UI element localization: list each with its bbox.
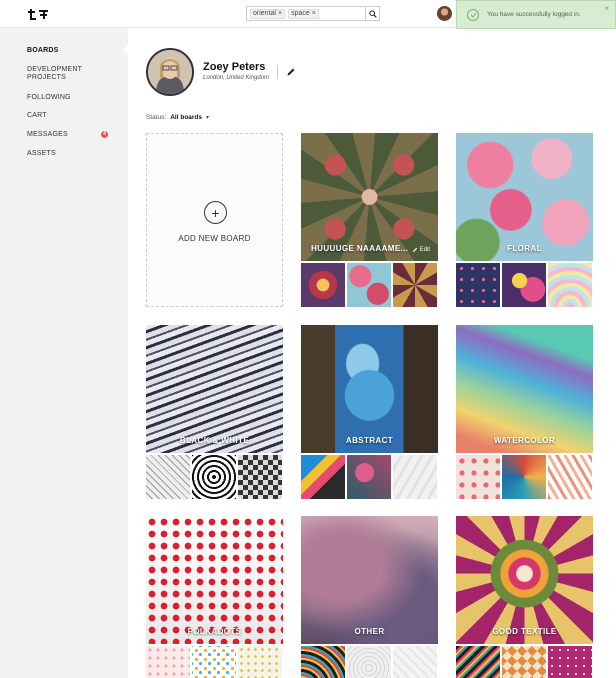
board-thumbnail[interactable] — [456, 455, 500, 499]
board-thumbnail[interactable] — [238, 455, 282, 499]
board-thumbnails — [301, 646, 438, 678]
board-thumbnail[interactable] — [192, 455, 236, 499]
board-cover[interactable]: ABSTRACT — [301, 325, 438, 453]
chevron-down-icon[interactable]: ▾ — [206, 114, 209, 121]
profile-avatar — [146, 48, 194, 96]
add-new-board-card[interactable]: + ADD NEW BOARD — [146, 133, 283, 307]
sidebar-item-boards[interactable]: BOARDS — [27, 47, 59, 55]
board-card[interactable]: GOOD TEXTILE — [456, 516, 593, 678]
board-cover[interactable]: HUUUUGE NAAAAME... Edit — [301, 133, 438, 261]
board-thumbnail[interactable] — [301, 263, 345, 307]
board-card[interactable]: HUUUUGE NAAAAME... Edit — [301, 133, 438, 307]
messages-count-badge: 4 — [101, 131, 108, 138]
sidebar-item-following[interactable]: FOLLOWING — [27, 94, 71, 102]
board-edit-label: Edit — [419, 247, 430, 253]
board-thumbnail[interactable] — [301, 455, 345, 499]
search-tag: oriental × — [250, 8, 286, 19]
board-thumbnails — [146, 455, 283, 499]
board-cover[interactable]: POLKADOTS — [146, 516, 283, 644]
profile-name: Zoey Peters — [203, 61, 266, 73]
sidebar-item-cart[interactable]: CART — [27, 112, 47, 120]
plus-icon[interactable]: + — [204, 201, 227, 224]
remove-tag-icon[interactable]: × — [312, 9, 316, 18]
board-thumbnail[interactable] — [393, 455, 437, 499]
board-card[interactable]: ABSTRACT — [301, 325, 438, 499]
lt-logo-icon[interactable] — [27, 8, 49, 20]
board-thumbnail[interactable] — [146, 455, 190, 499]
board-cover[interactable]: FLORAL — [456, 133, 593, 261]
search-tag-label: oriental — [253, 10, 276, 17]
board-title: FLORAL — [507, 244, 542, 253]
board-thumbnails — [301, 455, 438, 499]
board-thumbnail[interactable] — [301, 646, 345, 678]
board-thumbnails — [146, 646, 283, 678]
search-tag: space × — [288, 8, 319, 19]
pencil-icon — [412, 247, 417, 253]
board-card[interactable]: FLORAL — [456, 133, 593, 307]
status-label: Status: — [146, 114, 167, 121]
board-cover[interactable]: BLACK & WHITE — [146, 325, 283, 453]
user-avatar[interactable] — [437, 6, 452, 21]
sidebar — [0, 28, 129, 678]
board-thumbnail[interactable] — [502, 263, 546, 307]
board-title: ABSTRACT — [345, 436, 394, 445]
active-indicator — [123, 44, 129, 56]
pencil-icon[interactable] — [286, 67, 296, 77]
board-cover[interactable]: OTHER — [301, 516, 438, 644]
board-thumbnail[interactable] — [192, 646, 236, 678]
success-notification: You have successfully logged in. × — [456, 0, 616, 29]
board-card[interactable]: WATERCOLOR — [456, 325, 593, 499]
board-thumbnail[interactable] — [548, 646, 592, 678]
board-cover[interactable]: GOOD TEXTILE — [456, 516, 593, 644]
board-title: WATERCOLOR — [493, 436, 556, 445]
sidebar-item-development-projects[interactable]: DEVELOPMENT PROJECTS — [27, 66, 97, 82]
board-title: POLKADOTS — [187, 627, 242, 636]
board-title: GOOD TEXTILE — [492, 627, 557, 636]
board-card[interactable]: POLKADOTS — [146, 516, 283, 678]
board-thumbnail[interactable] — [347, 263, 391, 307]
status-dropdown[interactable]: All boards — [170, 114, 202, 121]
board-thumbnail[interactable] — [456, 263, 500, 307]
board-thumbnail[interactable] — [502, 455, 546, 499]
board-thumbnails — [456, 646, 593, 678]
search-tag-label: space — [291, 10, 310, 17]
board-thumbnail[interactable] — [548, 455, 592, 499]
check-circle-icon — [467, 8, 479, 21]
remove-tag-icon[interactable]: × — [278, 9, 282, 18]
board-cover[interactable]: WATERCOLOR — [456, 325, 593, 453]
board-thumbnail[interactable] — [146, 646, 190, 678]
board-edit-button[interactable]: Edit — [412, 247, 430, 253]
board-thumbnail[interactable] — [393, 263, 437, 307]
search-bar[interactable]: oriental × space × — [246, 6, 380, 21]
board-card[interactable]: OTHER — [301, 516, 438, 678]
divider — [277, 65, 278, 79]
board-thumbnails — [456, 263, 593, 307]
board-thumbnail[interactable] — [548, 263, 592, 307]
close-icon[interactable]: × — [604, 4, 609, 13]
board-thumbnail[interactable] — [502, 646, 546, 678]
board-thumbnails — [301, 263, 438, 307]
profile-location: London, United Kingdom — [203, 75, 270, 81]
notification-text: You have successfully logged in. — [487, 11, 581, 18]
add-new-board-label: ADD NEW BOARD — [178, 234, 251, 243]
board-thumbnail[interactable] — [456, 646, 500, 678]
sidebar-item-messages[interactable]: MESSAGES — [27, 131, 68, 139]
board-thumbnail[interactable] — [347, 455, 391, 499]
search-icon — [368, 9, 377, 18]
board-card[interactable]: BLACK & WHITE — [146, 325, 283, 499]
status-filter: Status: All boards ▾ — [146, 114, 209, 121]
board-thumbnail[interactable] — [393, 646, 437, 678]
board-thumbnails — [456, 455, 593, 499]
board-thumbnail[interactable] — [347, 646, 391, 678]
board-thumbnail[interactable] — [238, 646, 282, 678]
search-input[interactable] — [321, 8, 366, 19]
search-button[interactable] — [365, 7, 379, 20]
board-title: BLACK & WHITE — [179, 436, 250, 445]
page: oriental × space × You have successfully… — [0, 0, 616, 678]
board-title: OTHER — [354, 627, 385, 636]
sidebar-item-assets[interactable]: ASSETS — [27, 150, 56, 158]
